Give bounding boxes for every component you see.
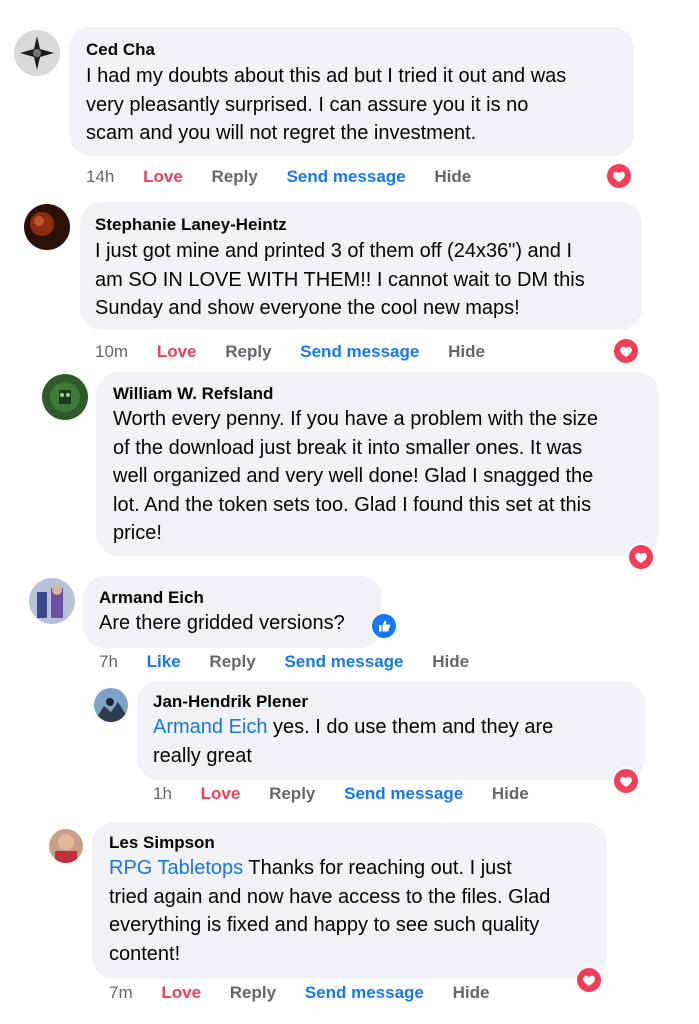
comment-timestamp[interactable]: 1h <box>153 784 172 803</box>
comment-actions: 1h Love Reply Send message Hide <box>153 784 553 804</box>
comment-text-line: Sunday and show everyone the cool new ma… <box>95 297 520 319</box>
comment-text-fragment: yes. I do use them and they are <box>267 716 554 738</box>
send-message-button[interactable]: Send message <box>287 167 406 186</box>
comment-text-line: very pleasantly surprised. I can assure … <box>86 93 529 116</box>
comment-actions: 14h Love Reply Send message Hide <box>86 167 495 187</box>
avatar-image <box>49 829 83 863</box>
avatar-ced-cha[interactable] <box>14 30 60 76</box>
love-button[interactable]: Love <box>143 167 183 186</box>
heart-icon[interactable] <box>629 545 653 569</box>
love-button[interactable]: Love <box>161 983 201 1002</box>
send-message-button[interactable]: Send message <box>344 784 463 803</box>
avatar-image <box>42 374 88 420</box>
love-button[interactable]: Love <box>201 784 241 803</box>
comment-text: RPG Tabletops Thanks for reaching out. I… <box>109 854 550 968</box>
comment-author[interactable]: Armand Eich <box>99 588 204 608</box>
hide-button[interactable]: Hide <box>492 784 529 803</box>
comment-timestamp[interactable]: 7m <box>109 983 133 1002</box>
hide-button[interactable]: Hide <box>448 342 485 361</box>
comment-author[interactable]: Ced Cha <box>86 40 155 60</box>
reply-button[interactable]: Reply <box>212 167 258 186</box>
comment-actions: 7h Like Reply Send message Hide <box>99 652 493 672</box>
avatar-les-simpson[interactable] <box>49 829 83 863</box>
comment-text-line: Worth every penny. If you have a problem… <box>113 408 599 430</box>
comment-text-line: well organized and very well done! Glad … <box>113 465 594 487</box>
comment-text-fragment: Thanks for reaching out. I just <box>243 857 512 879</box>
comment-author[interactable]: Les Simpson <box>109 833 215 853</box>
comment-text-line: everything is fixed and happy to see suc… <box>109 914 540 936</box>
comment-text-line: price! <box>113 522 162 544</box>
comment-text-line: content! <box>109 942 181 965</box>
avatar-image <box>94 688 128 722</box>
send-message-button[interactable]: Send message <box>300 342 419 361</box>
comment-text: I just got mine and printed 3 of them of… <box>95 237 585 323</box>
comment-timestamp[interactable]: 10m <box>95 342 128 361</box>
thumbs-up-icon[interactable] <box>372 614 396 638</box>
reply-button[interactable]: Reply <box>269 784 315 803</box>
heart-icon[interactable] <box>607 164 631 188</box>
comment-actions: 10m Love Reply Send message Hide <box>95 342 509 362</box>
comment-text-line: Armand Eich yes. I do use them and they … <box>153 713 553 742</box>
comment-text-line: of the download just break it into small… <box>113 436 583 459</box>
send-message-button[interactable]: Send message <box>284 652 403 671</box>
comment-text: Armand Eich yes. I do use them and they … <box>153 713 553 770</box>
love-button[interactable]: Love <box>157 342 197 361</box>
like-button[interactable]: Like <box>147 652 181 671</box>
avatar-image <box>24 204 70 250</box>
comment-text: I had my doubts about this ad but I trie… <box>86 62 566 148</box>
comment-author[interactable]: Stephanie Laney-Heintz <box>95 215 287 235</box>
comment-text: Are there gridded versions? <box>99 609 345 638</box>
heart-icon[interactable] <box>614 339 638 363</box>
comment-text-line: scam and you will not regret the investm… <box>86 122 477 144</box>
avatar-jan-hendrik-plener[interactable] <box>94 688 128 722</box>
heart-icon[interactable] <box>614 769 638 793</box>
comment-text-line: really great <box>153 744 252 767</box>
comment-timestamp[interactable]: 7h <box>99 652 118 671</box>
hide-button[interactable]: Hide <box>434 167 471 186</box>
comment-author[interactable]: Jan-Hendrik Plener <box>153 692 308 712</box>
comment-author[interactable]: William W. Refsland <box>113 384 273 404</box>
avatar-image <box>29 578 75 624</box>
comment-text-line: Are there gridded versions? <box>99 612 345 634</box>
comment-text-line: am SO IN LOVE WITH THEM!! I cannot wait … <box>95 268 585 291</box>
comment-text: Worth every penny. If you have a problem… <box>113 405 598 548</box>
heart-icon[interactable] <box>577 968 601 992</box>
comment-text-line: lot. And the token sets too. Glad I foun… <box>113 493 592 516</box>
comment-timestamp[interactable]: 14h <box>86 167 114 186</box>
reply-button[interactable]: Reply <box>225 342 271 361</box>
avatar-image <box>14 30 60 76</box>
mention-link[interactable]: Armand Eich <box>153 716 268 738</box>
comment-text-line: RPG Tabletops Thanks for reaching out. I… <box>109 854 550 883</box>
comment-text-line: tried again and now have access to the f… <box>109 885 551 908</box>
comment-text-line: I had my doubts about this ad but I trie… <box>86 65 567 87</box>
send-message-button[interactable]: Send message <box>305 983 424 1002</box>
avatar-armand-eich[interactable] <box>29 578 75 624</box>
avatar-william-w-refsland[interactable] <box>42 374 88 420</box>
hide-button[interactable]: Hide <box>432 652 469 671</box>
avatar-stephanie-laney-heintz[interactable] <box>24 204 70 250</box>
comment-actions: 7m Love Reply Send message Hide <box>109 983 513 1003</box>
comment-text-line: I just got mine and printed 3 of them of… <box>95 240 573 262</box>
mention-link[interactable]: RPG Tabletops <box>109 857 243 879</box>
reply-button[interactable]: Reply <box>209 652 255 671</box>
reply-button[interactable]: Reply <box>230 983 276 1002</box>
hide-button[interactable]: Hide <box>453 983 490 1002</box>
